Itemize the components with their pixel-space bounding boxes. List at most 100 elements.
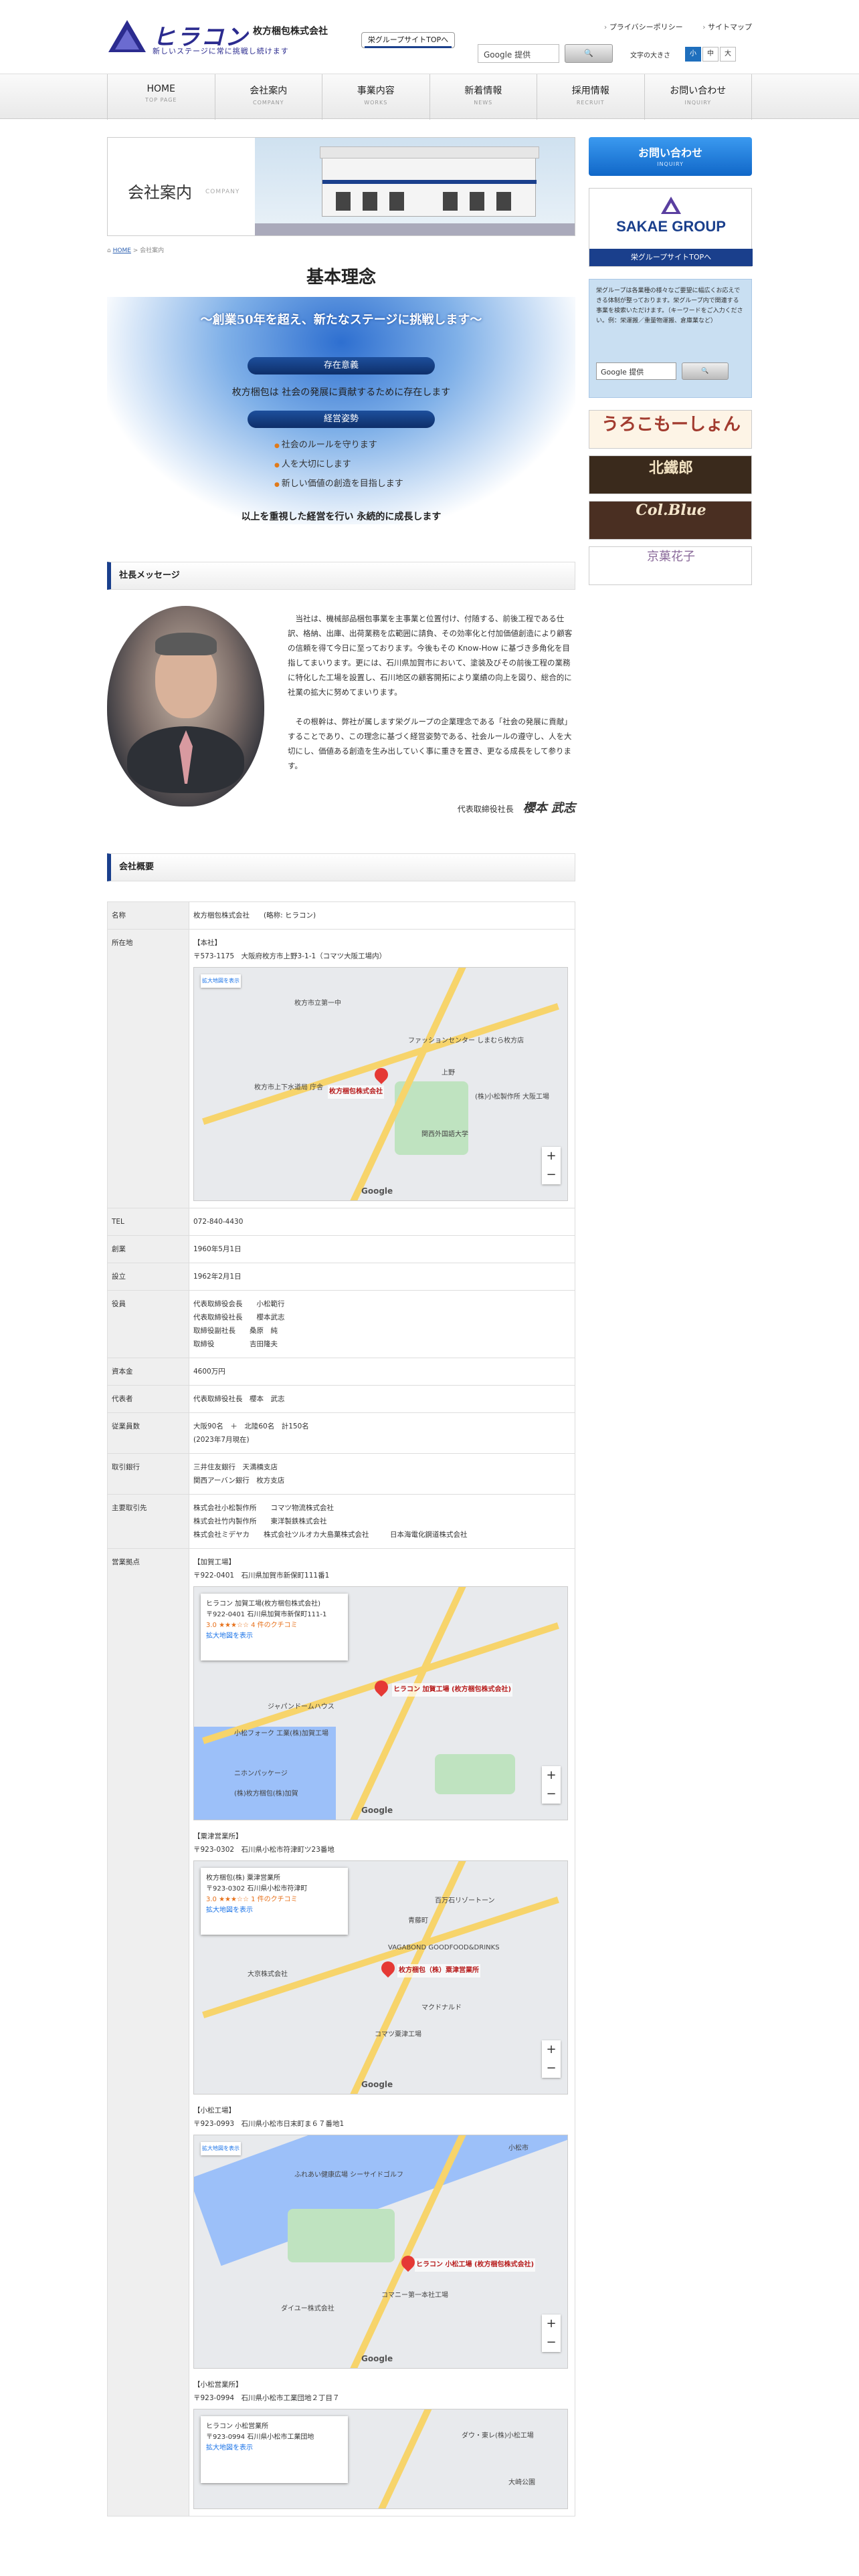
map-place-card[interactable]: ヒラコン 加賀工場(枚方梱包株式会社) 〒922-0401 石川県加賀市新保町11… — [201, 1594, 348, 1660]
table-cell: 代表取締役会長 小松範行 代表取締役社長 櫻本武志 取締役副社長 桑原 純取締役 吉… — [189, 1290, 575, 1358]
table-cell: 三井住友銀行 天満橋支店 関西アーバン銀行 枚方支店 — [189, 1453, 575, 1495]
privacy-link[interactable]: プライバシーポリシー — [604, 23, 683, 31]
table-row: TEL 072-840-4430 — [107, 1208, 575, 1236]
table-cell-text: 〒922-0401 石川県加賀市新保町111番1 — [193, 1572, 330, 1580]
group-search-input[interactable]: Google 提供 — [596, 362, 676, 380]
table-header-cell: 名称 — [107, 901, 189, 930]
map-place-label: コマニー第一本社工場 — [381, 2292, 448, 2299]
nav-label-en: NEWS — [474, 100, 493, 106]
table-header-cell: TEL — [107, 1208, 189, 1236]
table-cell-text: 【小松営業所】 — [193, 2381, 243, 2389]
logo-mark-icon — [108, 20, 146, 52]
google-logo: Google — [361, 1806, 393, 1815]
table-cell: 大阪90名 ＋ 北陸60名 計150名 (2023年7月現在) — [189, 1412, 575, 1454]
inquiry-button[interactable]: お問い合わせ INQUIRY — [589, 137, 752, 176]
font-size-switcher: 文字の大きさ 小 中 大 — [630, 47, 751, 62]
map-place-card[interactable]: 枚方梱包(株) 粟津営業所 〒923-0302 石川県小松市符津町 3.0 ★★★☆… — [201, 1868, 348, 1935]
map-komatsu-office[interactable]: ヒラコン 小松営業所 〒923-0994 石川県小松市工業団地 拡大地図を表示 ダウ… — [193, 2409, 568, 2509]
table-header-cell: 主要取引先 — [107, 1494, 189, 1549]
map-place-label: 大崎公園 — [508, 2479, 535, 2486]
table-cell-text: 〒573-1175 大阪府枚方市上野3-1-1（コマツ大阪工場内） — [193, 952, 387, 960]
table-row: 従業員数 大阪90名 ＋ 北陸60名 計150名 (2023年7月現在) — [107, 1412, 575, 1454]
table-header-cell: 従業員数 — [107, 1412, 189, 1454]
sakae-group-banner[interactable]: SAKAE GROUP 栄グループサイトTOPへ — [589, 188, 753, 267]
sitemap-link[interactable]: サイトマップ — [702, 23, 752, 31]
map-komatsu-factory[interactable]: 拡大地図を表示 ふれあい健康広場 シーサイドゴルフ ダイユー株式会社 コマニー第… — [193, 2135, 568, 2369]
banner-urokomotion[interactable]: うろこもーしょん — [589, 410, 752, 449]
view-larger-map-link[interactable]: 拡大地図を表示 — [201, 2142, 241, 2155]
table-cell-text: ヒラコン 加賀工場(枚方梱包株式会社) — [206, 1600, 320, 1608]
map-zoom-control[interactable]: + − — [542, 2315, 561, 2352]
table-row: 取引銀行 三井住友銀行 天満橋支店 関西アーバン銀行 枚方支店 — [107, 1453, 575, 1495]
table-header-cell: 取引銀行 — [107, 1453, 189, 1495]
table-header-cell: 役員 — [107, 1290, 189, 1358]
page-title-en: COMPANY — [205, 189, 240, 195]
table-cell-text: 〒923-0302 石川県小松市符津町ツ23番地 — [193, 1846, 335, 1854]
table-row: 営業拠点 【加賀工場】 〒922-0401 石川県加賀市新保町111番1 ヒラコン… — [107, 1548, 575, 2516]
table-cell-text: 拡大地図を表示 — [206, 1907, 253, 1914]
font-size-large-button[interactable]: 大 — [720, 47, 736, 62]
map-pin-label: ヒラコン 加賀工場 (枚方梱包株式会社) — [392, 1683, 513, 1697]
map-zoom-control[interactable]: + − — [542, 1147, 561, 1184]
banner-hokutetsu[interactable]: 北鐵郎 — [589, 455, 752, 494]
site-logo[interactable]: ヒラコン 枚方梱包株式会社 新しいステージに常に挑戦し続けます — [107, 19, 348, 59]
table-cell-text: 〒923-0994 石川県小松市工業団地 — [206, 2434, 314, 2441]
breadcrumb-home-link[interactable]: HOME — [113, 247, 131, 254]
nav-home[interactable]: HOME TOP PAGE — [107, 74, 215, 120]
map-place-label: ふれあい健康広場 シーサイドゴルフ — [294, 2171, 403, 2179]
map-place-label: マクドナルド — [421, 2004, 462, 2012]
group-site-link[interactable]: 栄グループサイトTOPへ — [361, 32, 455, 48]
message-paragraph: 当社は、機械部品梱包事業を主事業と位置付け、付随する、前後工程である仕訳、格納、… — [288, 614, 573, 697]
map-pin-label: ヒラコン 小松工場 (枚方梱包株式会社) — [415, 2258, 536, 2272]
map-zoom-control[interactable]: + − — [542, 1766, 561, 1804]
font-size-medium-button[interactable]: 中 — [702, 47, 719, 62]
table-header-cell: 営業拠点 — [107, 1548, 189, 2516]
map-zoom-control[interactable]: + − — [542, 2040, 561, 2078]
table-header-cell: 代表者 — [107, 1385, 189, 1413]
message-paragraph: その根幹は、弊社が属します栄グループの企業理念である「社会の発展に貢献」すること… — [288, 717, 572, 770]
map-place-label: 上野 — [442, 1069, 455, 1077]
group-search-description: 栄グループは各業種の様々なご要望に幅広くお応えできる体制が整っております。栄グル… — [596, 288, 743, 324]
map-kaga-factory[interactable]: ヒラコン 加賀工場(枚方梱包株式会社) 〒922-0401 石川県加賀市新保町11… — [193, 1586, 568, 1820]
group-search-button[interactable]: 🔍 — [682, 362, 729, 380]
logo-tagline: 新しいステージに常に挑戦し続けます — [153, 47, 289, 56]
table-cell: 【本社】 〒573-1175 大阪府枚方市上野3-1-1（コマツ大阪工場内） 拡… — [189, 929, 575, 1208]
sidebar: お問い合わせ INQUIRY SAKAE GROUP 栄グループサイトTOPへ … — [589, 137, 753, 585]
site-search: Google 提供 🔍 — [478, 44, 618, 63]
nav-company[interactable]: 会社案内 COMPANY — [215, 74, 322, 120]
table-row: 役員 代表取締役会長 小松範行 代表取締役社長 櫻本武志 取締役副社長 桑原 純取締… — [107, 1290, 575, 1358]
map-head-office[interactable]: 拡大地図を表示 枚方市立第一中 ファッションセンター しまむら枚方店 上野 (株… — [193, 967, 568, 1201]
banner-keikahanako[interactable]: 京菓花子 — [589, 546, 752, 585]
table-row: 創業 1960年5月1日 — [107, 1235, 575, 1263]
map-place-label: 小松市 — [508, 2145, 529, 2152]
nav-label: うろこもーしょん — [601, 415, 741, 435]
nav-label: 採用情報 — [571, 86, 609, 96]
search-button[interactable]: 🔍 — [565, 44, 613, 63]
nav-label: HOME — [147, 84, 175, 94]
stance-point: 新しい価値の創造を目指します — [274, 475, 435, 494]
table-cell-text: 【粟津営業所】 — [193, 1832, 243, 1840]
page-title: 会社案内 — [128, 183, 192, 202]
table-row: 代表者 代表取締役社長 櫻本 武志 — [107, 1385, 575, 1413]
table-cell-text: 大阪90名 ＋ 北陸60名 計150名 — [193, 1422, 309, 1430]
map-place-label: 小松フォーク 工業(株)加賀工場 — [234, 1730, 328, 1737]
map-pin-icon[interactable] — [378, 1958, 398, 1978]
table-header-cell: 資本金 — [107, 1358, 189, 1386]
table-row: 主要取引先 株式会社小松製作所 コマツ物流株式会社 株式会社竹内製作所 東洋製鉄株式… — [107, 1494, 575, 1549]
map-place-card[interactable]: ヒラコン 小松営業所 〒923-0994 石川県小松市工業団地 拡大地図を表示 — [201, 2416, 348, 2483]
map-place-label: 枚方市上下水道局 庁舎 — [254, 1084, 324, 1091]
map-awazu-office[interactable]: 枚方梱包(株) 粟津営業所 〒923-0302 石川県小松市符津町 3.0 ★★★☆… — [193, 1860, 568, 2095]
view-larger-map-link[interactable]: 拡大地図を表示 — [201, 974, 241, 988]
banner-colblue[interactable]: Col.Blue — [589, 501, 752, 540]
table-cell-text: 〒923-0994 石川県小松市工業団地２丁目７ — [193, 2394, 340, 2402]
nav-works[interactable]: 事業内容 WORKS — [322, 74, 430, 120]
group-search-box: 栄グループは各業種の様々なご要望に幅広くお応えできる体制が整っております。栄グル… — [589, 279, 752, 398]
map-place-label: VAGABOND GOODFOOD&DRINKS — [388, 1944, 500, 1951]
purpose-text: 枚方梱包は 社会の発展に貢献するために存在します — [231, 387, 451, 398]
search-input[interactable]: Google 提供 — [478, 44, 559, 63]
nav-news[interactable]: 新着情報 NEWS — [430, 74, 537, 120]
philosophy-slogan: 〜創業50年を超え、新たなステージに挑戦します〜 — [200, 313, 482, 327]
nav-recruit[interactable]: 採用情報 RECRUIT — [537, 74, 645, 120]
nav-inquiry[interactable]: お問い合わせ INQUIRY — [645, 74, 752, 120]
font-size-small-button[interactable]: 小 — [685, 47, 701, 62]
